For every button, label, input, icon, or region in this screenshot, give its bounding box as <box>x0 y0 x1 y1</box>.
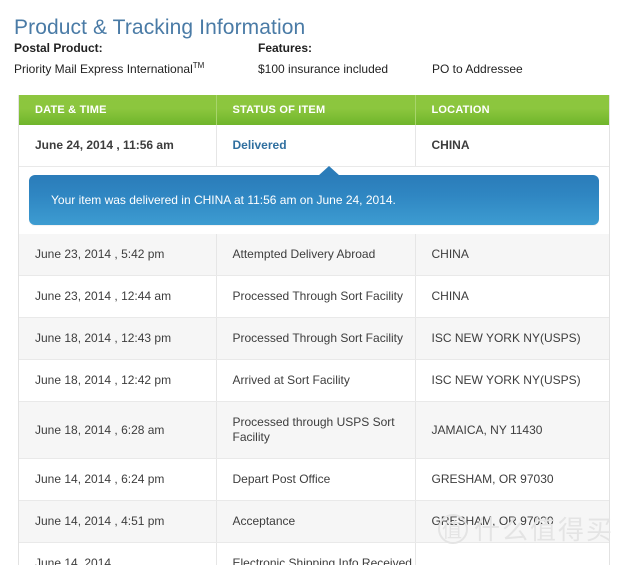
tracking-table-wrapper: DATE & TIME STATUS OF ITEM LOCATION June… <box>18 95 610 565</box>
cell-date-time: June 14, 2014 , 4:51 pm <box>19 500 217 543</box>
cell-status: Arrived at Sort Facility <box>216 359 416 402</box>
cell-date-time: June 14, 2014 <box>19 542 217 565</box>
banner-pointer-triangle <box>318 166 340 176</box>
postal-product-value: Priority Mail Express InternationalTM <box>14 62 204 77</box>
postal-product-text: Priority Mail Express International <box>14 62 193 76</box>
cell-location: GRESHAM, OR 97030 <box>415 458 609 501</box>
cell-location: GRESHAM, OR 97030 <box>415 500 609 543</box>
cell-status: Delivered <box>216 125 416 167</box>
cell-location: ISC NEW YORK NY(USPS) <box>415 317 609 360</box>
cell-status: Attempted Delivery Abroad <box>216 234 416 276</box>
delivery-banner-row: Your item was delivered in CHINA at 11:5… <box>19 166 609 234</box>
delivery-banner-message: Your item was delivered in CHINA at 11:5… <box>51 193 396 207</box>
cell-date-time: June 18, 2014 , 12:42 pm <box>19 359 217 402</box>
feature-item-2: PO to Addressee <box>432 62 523 76</box>
table-row: June 18, 2014 , 12:42 pm Arrived at Sort… <box>19 359 609 402</box>
cell-date-time: June 18, 2014 , 12:43 pm <box>19 317 217 360</box>
delivery-banner-shell: Your item was delivered in CHINA at 11:5… <box>19 166 609 234</box>
trademark-symbol: TM <box>192 61 205 70</box>
cell-status: Processed Through Sort Facility <box>216 317 416 360</box>
table-row: June 18, 2014 , 6:28 am Processed throug… <box>19 401 609 459</box>
table-row: June 23, 2014 , 12:44 am Processed Throu… <box>19 275 609 318</box>
tracking-page: Product & Tracking Information Postal Pr… <box>0 0 630 565</box>
feature-item-1: $100 insurance included <box>258 62 389 76</box>
features-label: Features: <box>258 41 313 55</box>
cell-location: CHINA <box>415 234 609 276</box>
postal-product-label: Postal Product: <box>14 41 103 55</box>
feature-item-2-wrap: PO to Addressee <box>432 62 523 77</box>
table-row: June 14, 2014 Electronic Shipping Info R… <box>19 542 609 565</box>
column-header-date-time[interactable]: DATE & TIME <box>19 95 217 125</box>
cell-status: Electronic Shipping Info Received <box>216 542 416 565</box>
table-header-row: DATE & TIME STATUS OF ITEM LOCATION <box>19 95 609 125</box>
delivery-banner-cell: Your item was delivered in CHINA at 11:5… <box>19 166 609 234</box>
delivered-status-link[interactable]: Delivered <box>233 138 287 152</box>
table-row-current: June 24, 2014 , 11:56 am Delivered CHINA <box>19 125 609 167</box>
cell-location: ISC NEW YORK NY(USPS) <box>415 359 609 402</box>
postal-product-block: Postal Product: Priority Mail Express In… <box>14 41 204 77</box>
cell-location: JAMAICA, NY 11430 <box>415 401 609 459</box>
table-row: June 14, 2014 , 6:24 pm Depart Post Offi… <box>19 458 609 501</box>
tracking-table: DATE & TIME STATUS OF ITEM LOCATION June… <box>19 95 609 565</box>
cell-date-time: June 23, 2014 , 5:42 pm <box>19 234 217 276</box>
cell-date-time: June 14, 2014 , 6:24 pm <box>19 458 217 501</box>
tracking-table-body: June 24, 2014 , 11:56 am Delivered CHINA… <box>19 125 609 565</box>
table-row: June 23, 2014 , 5:42 pm Attempted Delive… <box>19 234 609 276</box>
tracking-table-head: DATE & TIME STATUS OF ITEM LOCATION <box>19 95 609 125</box>
cell-location: CHINA <box>415 275 609 318</box>
delivery-banner: Your item was delivered in CHINA at 11:5… <box>29 166 599 225</box>
cell-date-time: June 24, 2014 , 11:56 am <box>19 125 217 167</box>
table-row: June 14, 2014 , 4:51 pm Acceptance GRESH… <box>19 500 609 543</box>
cell-date-time: June 23, 2014 , 12:44 am <box>19 275 217 318</box>
features-block: Features: $100 insurance included <box>258 41 388 77</box>
cell-location <box>415 542 609 565</box>
column-header-status-of-item[interactable]: STATUS OF ITEM <box>216 95 416 125</box>
page-title: Product & Tracking Information <box>14 16 306 40</box>
cell-status: Depart Post Office <box>216 458 416 501</box>
cell-date-time: June 18, 2014 , 6:28 am <box>19 401 217 459</box>
cell-status: Processed Through Sort Facility <box>216 275 416 318</box>
cell-status: Processed through USPS Sort Facility <box>216 401 416 459</box>
product-meta-row: Postal Product: Priority Mail Express In… <box>14 41 614 81</box>
cell-status: Acceptance <box>216 500 416 543</box>
cell-location: CHINA <box>415 125 609 167</box>
column-header-location[interactable]: LOCATION <box>415 95 609 125</box>
table-row: June 18, 2014 , 12:43 pm Processed Throu… <box>19 317 609 360</box>
